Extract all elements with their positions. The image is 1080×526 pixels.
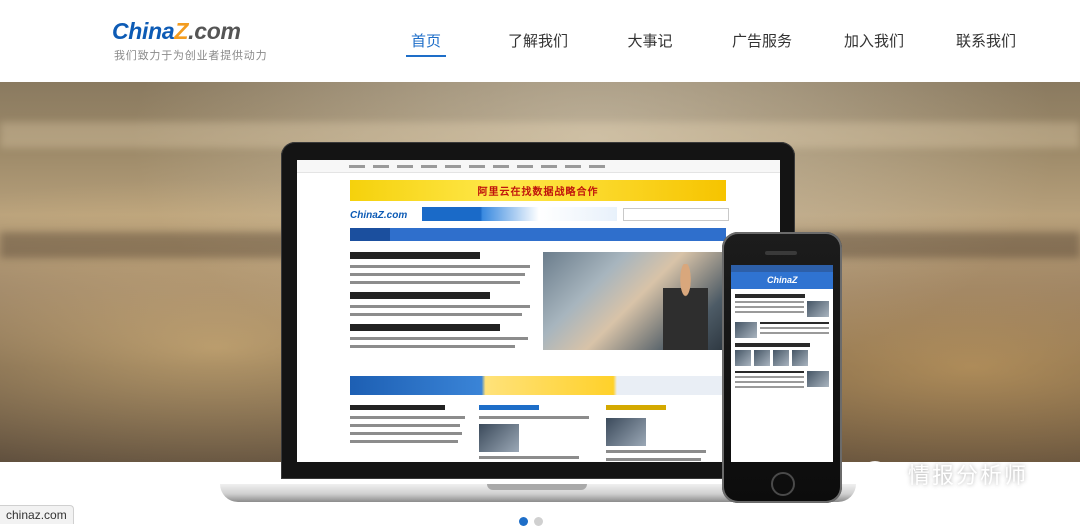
laptop-site-articles-column bbox=[479, 405, 599, 462]
nav-item-contact-us[interactable]: 联系我们 bbox=[930, 0, 1042, 82]
main-nav: 首页 了解我们 大事记 广告服务 加入我们 联系我们 bbox=[370, 0, 1042, 82]
logo-brand-text: China bbox=[112, 18, 175, 44]
nav-item-home[interactable]: 首页 bbox=[370, 0, 482, 82]
laptop-site-search-box bbox=[623, 208, 729, 221]
laptop-site-logo: ChinaZ.com bbox=[350, 210, 408, 221]
laptop-site-news-column bbox=[350, 405, 470, 448]
phone-status-bar bbox=[731, 265, 833, 272]
laptop-site-mini-banner bbox=[422, 207, 617, 221]
logo-wordmark: ChinaZ.com bbox=[112, 18, 241, 45]
site-logo[interactable]: ChinaZ.com 我们致力于为创业者提供动力 bbox=[112, 18, 272, 68]
laptop-screen: 阿里云在找数据战略合作 ChinaZ.com bbox=[297, 160, 780, 462]
laptop-site-nav-bar bbox=[350, 228, 726, 241]
logo-tagline: 我们致力于为创业者提供动力 bbox=[114, 49, 268, 62]
laptop-site-feature-photo bbox=[543, 252, 726, 350]
nav-item-milestones[interactable]: 大事记 bbox=[594, 0, 706, 82]
phone-app-logo: ChinaZ bbox=[767, 275, 798, 285]
phone-speaker bbox=[765, 251, 797, 255]
laptop-notch bbox=[487, 484, 587, 490]
laptop-site-ad-banner: 阿里云在找数据战略合作 bbox=[350, 180, 726, 201]
logo-domain-suffix: .com bbox=[188, 18, 241, 44]
logo-z-letter: Z bbox=[174, 18, 189, 44]
phone-news-item bbox=[735, 343, 829, 366]
laptop-site-interview-column bbox=[606, 405, 726, 462]
phone-news-item bbox=[735, 322, 829, 338]
nav-item-join-us[interactable]: 加入我们 bbox=[818, 0, 930, 82]
carousel-dot-2[interactable] bbox=[534, 517, 543, 526]
nav-item-ad-services[interactable]: 广告服务 bbox=[706, 0, 818, 82]
carousel-indicators bbox=[519, 517, 543, 526]
wechat-icon bbox=[862, 459, 901, 490]
phone-home-button bbox=[771, 472, 795, 496]
carousel-dot-1[interactable] bbox=[519, 517, 528, 526]
phone-news-item bbox=[735, 371, 829, 391]
phone-screen: ChinaZ bbox=[731, 265, 833, 462]
laptop-site-top-menu bbox=[297, 160, 780, 173]
laptop-site-promo-strip bbox=[350, 376, 726, 395]
phone-news-item bbox=[735, 294, 829, 317]
phone-app-nav-bar: ChinaZ bbox=[731, 272, 833, 289]
url-badge: chinaz.com bbox=[0, 505, 74, 524]
watermark-text: 情报分析师 bbox=[908, 464, 1029, 489]
nav-item-about-us[interactable]: 了解我们 bbox=[482, 0, 594, 82]
laptop-site-headlines bbox=[350, 252, 540, 353]
top-navigation-bar: ChinaZ.com 我们致力于为创业者提供动力 首页 了解我们 大事记 广告服… bbox=[0, 0, 1080, 83]
wechat-watermark: 情报分析师 bbox=[862, 456, 1028, 492]
